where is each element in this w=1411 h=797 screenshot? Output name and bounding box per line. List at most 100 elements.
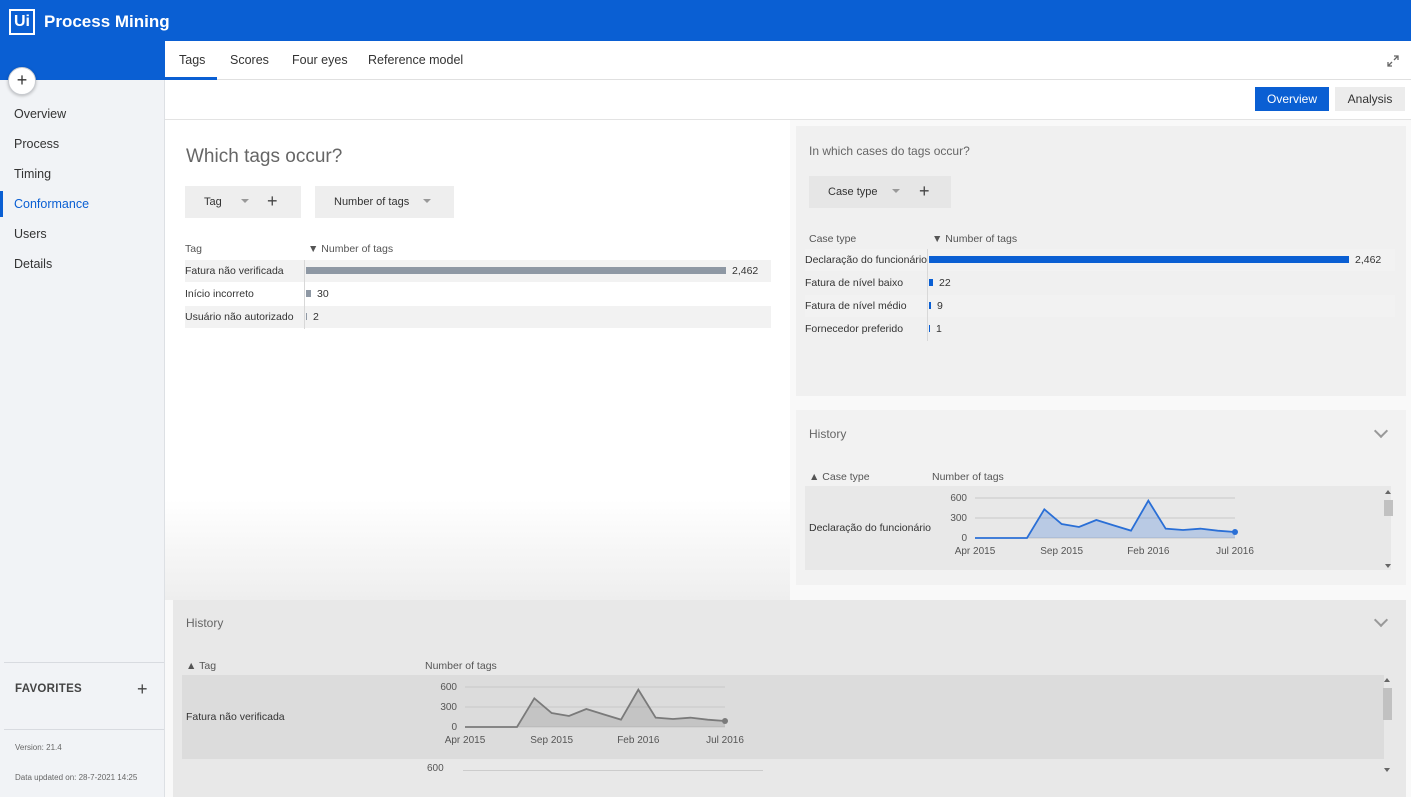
sidebar-item-details[interactable]: Details bbox=[0, 249, 165, 279]
bar bbox=[306, 313, 307, 320]
tab-bar: Tags Scores Four eyes Reference model bbox=[165, 41, 1411, 80]
tab-reference-model[interactable]: Reference model bbox=[368, 53, 463, 67]
scroll-down-icon[interactable] bbox=[1385, 564, 1391, 568]
column-header-metric[interactable]: Number of tags bbox=[425, 660, 497, 672]
collapse-chevron-icon[interactable] bbox=[1373, 612, 1389, 628]
sidebar-item-users[interactable]: Users bbox=[0, 219, 165, 249]
metric-chip[interactable]: Number of tags bbox=[315, 186, 454, 218]
row-label: Declaração do funcionário bbox=[805, 254, 927, 266]
case-type-chip[interactable]: Case type + bbox=[809, 176, 951, 208]
history-panel-right: History ▲ Case type Number of tags Decla… bbox=[796, 410, 1406, 585]
analysis-button[interactable]: Analysis bbox=[1335, 87, 1405, 111]
data-updated-label: Data updated on: 28-7-2021 14:25 bbox=[15, 773, 138, 782]
bar-value-label: 30 bbox=[317, 288, 329, 300]
scroll-thumb[interactable] bbox=[1384, 500, 1393, 516]
row-label: Fatura de nível médio bbox=[805, 300, 907, 312]
bar bbox=[929, 325, 930, 332]
overview-button[interactable]: Overview bbox=[1255, 87, 1329, 111]
sidebar-item-timing[interactable]: Timing bbox=[0, 159, 165, 189]
bar-value-label: 2,462 bbox=[732, 265, 759, 277]
collapse-chevron-icon[interactable] bbox=[1373, 423, 1389, 439]
column-header-tag[interactable]: ▲ Tag bbox=[186, 660, 216, 672]
row-label: Fatura não verificada bbox=[185, 265, 284, 277]
y-tick-label: 0 bbox=[451, 722, 457, 733]
scrollbar[interactable] bbox=[1383, 490, 1393, 574]
y-tick-label: 300 bbox=[440, 702, 457, 713]
top-bar: Ui Process Mining bbox=[0, 0, 1411, 41]
add-icon[interactable]: + bbox=[267, 191, 278, 212]
bar-value-label: 1 bbox=[936, 323, 942, 335]
y-tick-label: 600 bbox=[427, 763, 444, 774]
row-label: Declaração do funcionário bbox=[809, 522, 931, 534]
table-row[interactable]: Declaração do funcionário 2,462 bbox=[805, 249, 1395, 271]
column-header-metric[interactable]: Number of tags bbox=[932, 471, 1004, 483]
history-chart: 600 300 0 Apr 2015 Sep 2015 Feb 2016 Jul 2016 bbox=[440, 682, 744, 746]
add-dashboard-button[interactable]: + bbox=[8, 67, 36, 95]
column-divider bbox=[927, 249, 928, 341]
x-tick-label: Sep 2015 bbox=[1040, 546, 1083, 557]
history-chart: 600 300 0 Apr 2015 Sep 2015 Feb 2016 Jul 2016 bbox=[950, 493, 1254, 557]
bar-value-label: 22 bbox=[939, 277, 951, 289]
history-row: Declaração do funcionário 600 300 0 Apr 201… bbox=[805, 486, 1391, 570]
x-tick-label: Feb 2016 bbox=[617, 735, 660, 746]
table-row[interactable]: Início incorreto 30 bbox=[185, 283, 771, 305]
bar-value-label: 2 bbox=[313, 311, 319, 323]
fade-overlay bbox=[165, 500, 790, 600]
chevron-down-icon[interactable] bbox=[241, 199, 249, 203]
tag-dimension-chip[interactable]: Tag + bbox=[185, 186, 301, 218]
scroll-up-icon[interactable] bbox=[1385, 490, 1391, 494]
gridline bbox=[463, 770, 763, 771]
scroll-thumb[interactable] bbox=[1383, 688, 1392, 720]
table-row[interactable]: Fatura de nível médio 9 bbox=[805, 295, 1395, 317]
tab-four-eyes[interactable]: Four eyes bbox=[292, 53, 348, 67]
scroll-up-icon[interactable] bbox=[1384, 678, 1390, 682]
chip-label: Tag bbox=[204, 196, 222, 208]
sidebar-item-overview[interactable]: Overview bbox=[0, 99, 165, 129]
main-content: Which tags occur? Tag + Number of tags T… bbox=[165, 120, 1411, 797]
scrollbar[interactable] bbox=[1382, 678, 1392, 778]
sidebar-item-conformance[interactable]: Conformance bbox=[0, 189, 165, 219]
chevron-down-icon[interactable] bbox=[423, 199, 431, 203]
chip-label: Number of tags bbox=[334, 196, 410, 208]
scroll-down-icon[interactable] bbox=[1384, 768, 1390, 772]
table-row[interactable]: Fatura de nível baixo 22 bbox=[805, 272, 1395, 294]
x-tick-label: Jul 2016 bbox=[706, 735, 744, 746]
table-row[interactable]: Usuário não autorizado 2 bbox=[185, 306, 771, 328]
x-tick-label: Jul 2016 bbox=[1216, 546, 1254, 557]
add-favorite-button[interactable]: + bbox=[137, 679, 148, 700]
version-label: Version: 21.4 bbox=[15, 743, 62, 752]
divider bbox=[4, 662, 164, 663]
column-header-case-type[interactable]: ▲ Case type bbox=[809, 471, 870, 483]
tags-panel: Which tags occur? Tag + Number of tags T… bbox=[165, 120, 790, 600]
table-row[interactable]: Fatura não verificada 2,462 bbox=[185, 260, 771, 282]
area-fill bbox=[465, 689, 725, 727]
cases-panel: In which cases do tags occur? Case type … bbox=[796, 126, 1406, 396]
chip-label: Case type bbox=[828, 186, 878, 198]
table-row[interactable]: Fornecedor preferido 1 bbox=[805, 318, 1395, 340]
sidebar-nav: Overview Process Timing Conformance User… bbox=[0, 99, 165, 279]
tab-tags[interactable]: Tags bbox=[179, 53, 205, 67]
column-header-metric[interactable]: ▼ Number of tags bbox=[308, 243, 393, 255]
sidebar-item-process[interactable]: Process bbox=[0, 129, 165, 159]
column-divider bbox=[304, 260, 305, 329]
add-icon[interactable]: + bbox=[919, 181, 930, 202]
fullscreen-icon[interactable] bbox=[1387, 55, 1399, 67]
last-point-marker[interactable] bbox=[1232, 529, 1238, 535]
bar-value-label: 2,462 bbox=[1355, 254, 1382, 266]
tab-scores[interactable]: Scores bbox=[230, 53, 269, 67]
last-point-marker[interactable] bbox=[722, 718, 728, 724]
column-header-tag[interactable]: Tag bbox=[185, 243, 202, 255]
uipath-logo: Ui bbox=[9, 9, 35, 35]
x-tick-label: Apr 2015 bbox=[955, 546, 996, 557]
bar bbox=[929, 279, 933, 286]
column-header-case-type[interactable]: Case type bbox=[809, 233, 856, 245]
x-tick-label: Sep 2015 bbox=[530, 735, 573, 746]
column-header-metric[interactable]: ▼ Number of tags bbox=[932, 233, 1017, 245]
divider bbox=[4, 729, 164, 730]
row-label: Fornecedor preferido bbox=[805, 323, 904, 335]
x-tick-label: Feb 2016 bbox=[1127, 546, 1170, 557]
history-panel-bottom: History ▲ Tag Number of tags Fatura não … bbox=[173, 600, 1406, 797]
chevron-down-icon[interactable] bbox=[892, 189, 900, 193]
bar bbox=[306, 267, 726, 274]
history-row: Fatura não verificada 600 300 0 Apr 2015 Sep… bbox=[182, 675, 1384, 759]
